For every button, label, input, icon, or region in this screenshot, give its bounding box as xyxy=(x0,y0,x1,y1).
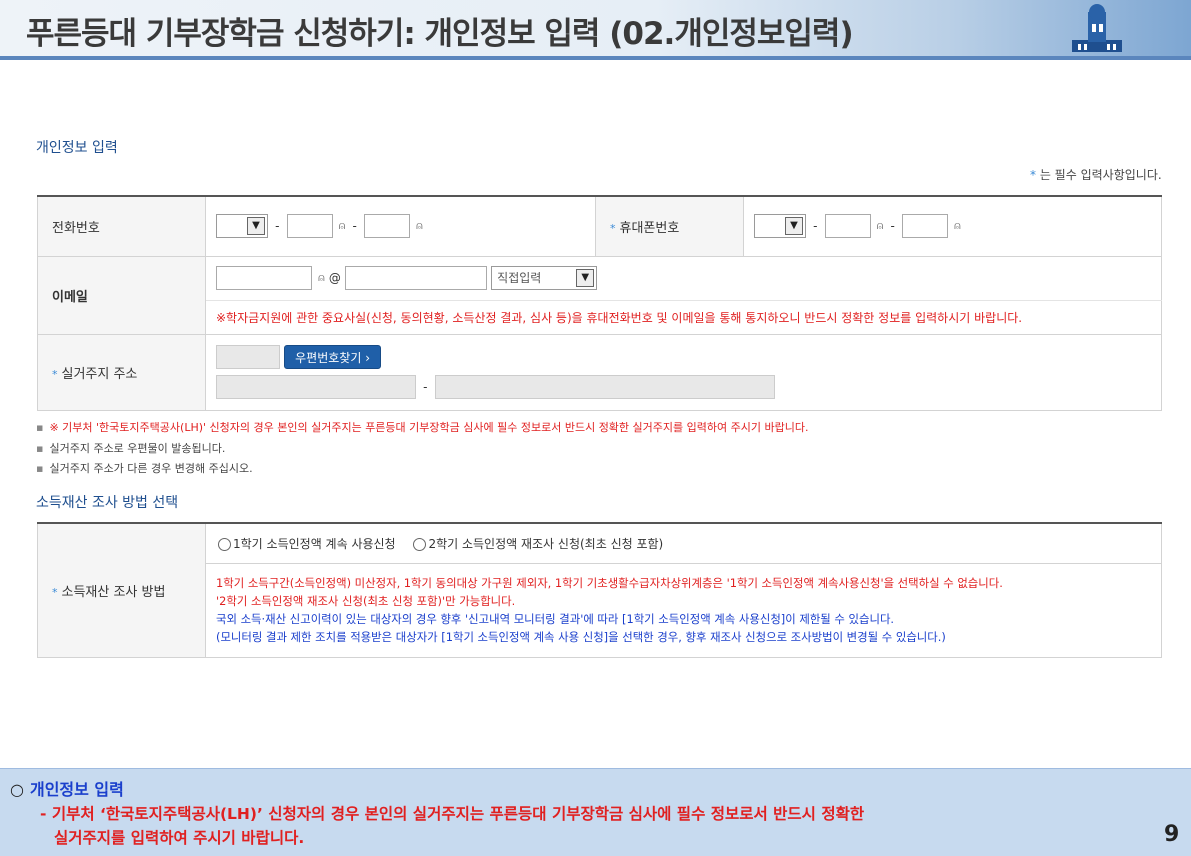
mobile-prefix-select[interactable]: ▼ xyxy=(754,214,806,239)
email-at-sign: @ xyxy=(328,271,341,285)
option-1-label: 1학기 소득인정액 계속 사용신청 xyxy=(233,536,396,551)
note-lh-warning-text: ※ 기부처 '한국토지주택공사(LH)' 신청자의 경우 본인의 실거주지는 푸… xyxy=(49,421,809,434)
chevron-down-icon: ▼ xyxy=(576,269,595,287)
page-number: 9 xyxy=(1164,822,1180,847)
option-2-label: 2학기 소득인정액 재조사 신청(최초 신청 포함) xyxy=(428,536,664,551)
note-mail-text: 실거주지 주소로 우편물이 발송됩니다. xyxy=(49,442,226,455)
header-divider xyxy=(0,56,1191,60)
required-star: * xyxy=(1030,168,1036,182)
required-note-text: 는 필수 입력사항입니다. xyxy=(1039,168,1162,182)
phone-middle-input[interactable] xyxy=(286,214,333,239)
radio-option-2[interactable] xyxy=(413,537,427,551)
mobile-middle-input[interactable] xyxy=(824,214,871,239)
square-bullet-icon: ▪ xyxy=(36,421,44,434)
income-label-cell: * 소득재산 조사 방법 xyxy=(37,522,206,658)
income-red-notice-1: 1학기 소득구간(소득인정액) 미산정자, 1학기 동의대상 가구원 제외자, … xyxy=(216,576,1003,590)
info-heading-mark: ○ xyxy=(10,780,24,799)
address-field-cell: 우편번호찾기 › - xyxy=(205,333,1162,411)
income-notice-cell: 1학기 소득구간(소득인정액) 미산정자, 1학기 동의대상 가구원 제외자, … xyxy=(205,562,1162,658)
income-blue-notice-1: 국외 소득·재산 신고이력이 있는 대상자의 경우 향후 '신고내역 모니터링 … xyxy=(216,612,895,626)
info-line-2: 실거주지를 입력하여 주시기 바랍니다. xyxy=(54,829,305,847)
address-detail-input[interactable] xyxy=(434,375,775,399)
header-banner: 푸른등대 기부장학금 신청하기: 개인정보 입력 (02.개인정보입력) xyxy=(0,0,1191,56)
email-domain-input[interactable] xyxy=(345,266,488,290)
address-label-cell: * 실거주지 주소 xyxy=(37,333,206,411)
lighthouse-logo-icon xyxy=(1072,4,1122,52)
mouse-icon: ⍝ xyxy=(876,219,884,233)
page-title: 푸른등대 기부장학금 신청하기: 개인정보 입력 (02.개인정보입력) xyxy=(26,16,854,52)
mobile-label-cell: * 휴대폰번호 xyxy=(595,195,744,257)
dash: - xyxy=(275,219,280,234)
email-domain-select[interactable]: 직접입력 ▼ xyxy=(491,266,598,290)
info-line-1: - 기부처 ‘한국토지주택공사(LH)’ 신청자의 경우 본인의 실거주지는 푸… xyxy=(40,805,865,823)
mobile-field-cell: ▼ - ⍝ - ⍝ xyxy=(743,195,1162,257)
phone-last-input[interactable] xyxy=(364,214,410,239)
address-label: 실거주지 주소 xyxy=(61,366,138,382)
income-section-title: 소득재산 조사 방법 선택 xyxy=(36,495,179,511)
income-blue-notice-2: (모니터링 결과 제한 조치를 적용받은 대상자가 [1학기 소득인정액 계속 … xyxy=(216,630,946,644)
personal-section-title: 개인정보 입력 xyxy=(36,140,118,156)
required-note: * 는 필수 입력사항입니다. xyxy=(1030,166,1162,183)
email-field-cell: ⍝ @ 직접입력 ▼ xyxy=(205,255,1162,301)
dash: - xyxy=(813,219,818,234)
phone-label-cell: 전화번호 xyxy=(37,195,206,257)
email-label: 이메일 xyxy=(52,289,88,305)
income-label: 소득재산 조사 방법 xyxy=(61,584,166,600)
phone-label: 전화번호 xyxy=(52,220,100,236)
phone-field-cell: ▼ - ⍝ - ⍝ xyxy=(205,195,596,257)
info-heading-text: 개인정보 입력 xyxy=(29,780,124,799)
note-change-address-text: 실거주지 주소가 다른 경우 변경해 주십시오. xyxy=(49,462,253,475)
income-method-table: * 소득재산 조사 방법 1학기 소득인정액 계속 사용신청 2학기 소득인정액 … xyxy=(37,522,1162,658)
address-required-star: * xyxy=(52,367,58,381)
zipcode-search-button[interactable]: 우편번호찾기 › xyxy=(284,345,381,369)
radio-option-1[interactable] xyxy=(218,537,231,551)
phone-area-select[interactable]: ▼ xyxy=(216,214,268,239)
income-required-star: * xyxy=(52,585,58,599)
mouse-icon: ⍝ xyxy=(318,271,325,284)
mobile-label: 휴대폰번호 xyxy=(619,220,680,236)
mobile-last-input[interactable] xyxy=(902,214,948,239)
email-notice-cell: ※학자금지원에 관한 중요사실(신청, 동의현황, 소득산정 결과, 심사 등)… xyxy=(205,299,1162,335)
email-id-input[interactable] xyxy=(216,266,312,290)
email-label-cell: 이메일 xyxy=(37,255,206,335)
income-options-cell: 1학기 소득인정액 계속 사용신청 2학기 소득인정액 재조사 신청(최초 신청… xyxy=(205,522,1162,564)
address-main-input[interactable] xyxy=(216,375,416,399)
square-bullet-icon: ▪ xyxy=(36,442,44,455)
income-red-notice-2: '2학기 소득인정액 재조사 신청(최초 신청 포함)'만 가능합니다. xyxy=(216,594,516,608)
dash: - xyxy=(352,219,357,234)
personal-info-table: 전화번호 ▼ - ⍝ - ⍝ * 휴대폰번호 ▼ - ⍝ - ⍝ 이메일 ⍝ @… xyxy=(37,195,1162,411)
square-bullet-icon: ▪ xyxy=(36,462,44,475)
mouse-icon: ⍝ xyxy=(954,219,961,233)
chevron-down-icon: ▼ xyxy=(785,217,803,236)
note-lh-warning: ▪ ※ 기부처 '한국토지주택공사(LH)' 신청자의 경우 본인의 실거주지는 … xyxy=(36,419,808,435)
note-mail: ▪ 실거주지 주소로 우편물이 발송됩니다. xyxy=(36,440,225,456)
chevron-down-icon: ▼ xyxy=(247,217,265,236)
address-dash: - xyxy=(423,380,428,394)
mouse-icon: ⍝ xyxy=(338,219,346,233)
info-heading: ○ 개인정보 입력 xyxy=(10,776,124,800)
dash: - xyxy=(890,219,895,234)
zipcode-input[interactable] xyxy=(216,345,280,369)
email-domain-select-value: 직접입력 xyxy=(497,271,542,285)
mouse-icon: ⍝ xyxy=(416,219,423,233)
email-notice: ※학자금지원에 관한 중요사실(신청, 동의현황, 소득산정 결과, 심사 등)… xyxy=(216,310,1023,325)
note-change-address: ▪ 실거주지 주소가 다른 경우 변경해 주십시오. xyxy=(36,460,253,476)
mobile-required-star: * xyxy=(610,221,616,235)
